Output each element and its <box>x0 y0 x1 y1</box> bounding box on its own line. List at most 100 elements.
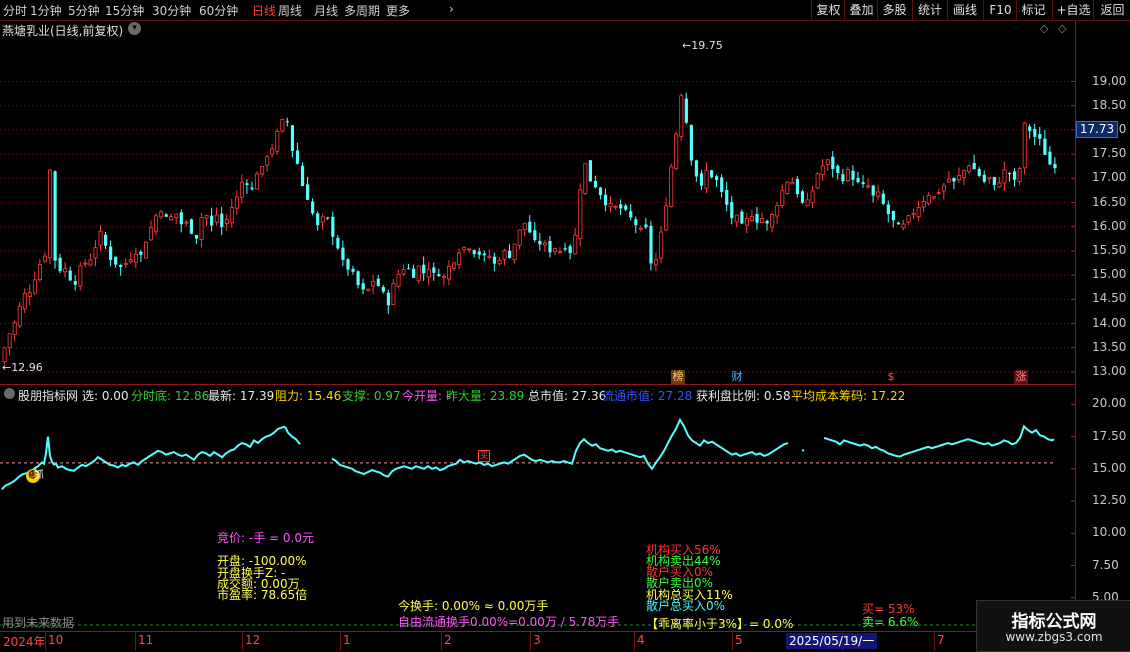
candle-body <box>629 211 633 218</box>
month-tick <box>634 632 635 651</box>
toolbar-button[interactable]: 画线 <box>947 0 982 20</box>
candle-body <box>972 162 976 170</box>
chart-options-icon[interactable]: ▾ <box>128 22 141 35</box>
candle-body <box>497 260 502 265</box>
toolbar-button[interactable]: 标记 <box>1016 0 1050 20</box>
period-tab[interactable]: 60分钟 <box>199 2 238 19</box>
candle-body <box>891 210 895 221</box>
candle-body <box>517 229 522 246</box>
candle-body <box>331 216 335 237</box>
candle-body <box>598 187 603 196</box>
candle-body <box>53 171 57 261</box>
candle-body <box>336 237 340 249</box>
candle-body <box>765 220 769 224</box>
period-tab[interactable]: 更多 <box>386 2 410 19</box>
indicator-field: 流通市值: 27.28 <box>602 389 693 403</box>
candle-body <box>669 166 674 207</box>
diamond-icon[interactable]: ◇ <box>1040 22 1048 35</box>
candle-body <box>376 278 380 286</box>
annotation-cai[interactable]: 财 <box>730 370 744 384</box>
toolbar-button[interactable]: 多股 <box>877 0 911 20</box>
candle-body <box>73 281 77 285</box>
candle-body <box>512 243 517 261</box>
main-chart-panel[interactable] <box>0 21 1076 385</box>
annotation-dollar[interactable]: $ <box>884 370 898 384</box>
candle-body <box>7 333 12 349</box>
candle-body <box>720 177 724 192</box>
indicator-tick-label: 7.50 <box>1092 557 1119 572</box>
candle-body <box>987 177 992 180</box>
candle-body <box>931 196 936 199</box>
indicator-field: 支撑: 0.97 <box>342 389 401 403</box>
annotation-bang[interactable]: 榜 <box>671 370 685 384</box>
candlestick-chart[interactable] <box>0 21 1075 384</box>
candle-body <box>502 250 507 260</box>
indicator-select: 选: 0.00 <box>82 389 129 403</box>
indicator-field: 分时底: 12.86 <box>131 389 210 403</box>
toolbar-button[interactable]: F10 <box>983 0 1017 20</box>
annotation-zhang[interactable]: 涨 <box>1014 370 1028 384</box>
period-tab[interactable]: 月线 <box>314 2 338 19</box>
toolbar-button[interactable]: 返回 <box>1093 0 1130 20</box>
candle-body <box>553 248 558 252</box>
year-label: 2024年 <box>3 635 46 649</box>
candle-body <box>911 213 916 216</box>
candle-body <box>755 213 759 223</box>
month-tick <box>340 632 341 651</box>
toolbar-button[interactable]: 复权 <box>811 0 845 20</box>
candle-body <box>426 268 431 278</box>
candle-body <box>957 175 962 181</box>
indicator-field: 平均成本筹码: 17.22 <box>791 389 906 403</box>
toolbar-button[interactable]: 统计 <box>912 0 947 20</box>
period-tab[interactable]: 5分钟 <box>68 2 100 19</box>
period-tab[interactable]: 分时 <box>3 2 27 19</box>
candle-body <box>326 217 330 219</box>
candle-body <box>694 160 699 177</box>
candle-body <box>548 240 552 253</box>
period-tab[interactable]: 30分钟 <box>152 2 191 19</box>
candle-body <box>422 264 426 274</box>
candle-body <box>432 267 436 273</box>
indicator-chart[interactable] <box>0 385 1075 630</box>
month-label: 4 <box>637 633 645 647</box>
candle-body <box>441 275 446 278</box>
indicator-panel[interactable] <box>0 385 1076 630</box>
candle-body <box>578 189 583 239</box>
candle-body <box>88 259 93 266</box>
candle-body <box>740 211 744 224</box>
high-price-label: 19.75 <box>691 39 723 52</box>
candle-body <box>871 185 875 196</box>
more-chevron-icon[interactable]: › <box>449 2 454 16</box>
candle-body <box>744 218 749 226</box>
candle-body <box>790 181 795 185</box>
candle-body <box>341 247 345 260</box>
candle-body <box>159 211 164 218</box>
period-tab[interactable]: 日线 <box>252 2 276 19</box>
candle-body <box>128 259 133 262</box>
price-tick-label: 13.50 <box>1092 339 1127 354</box>
candle-body <box>214 214 219 223</box>
candle-body <box>280 119 285 132</box>
candle-body <box>104 234 108 246</box>
candle-body <box>1017 168 1022 183</box>
candle-body <box>659 231 664 259</box>
period-tab[interactable]: 15分钟 <box>105 2 144 19</box>
indicator-name[interactable]: 股朋指标网 <box>18 387 78 404</box>
candle-body <box>906 215 911 223</box>
candle-body <box>366 288 371 291</box>
period-tab[interactable]: 1分钟 <box>30 2 62 19</box>
indicator-options-icon[interactable] <box>4 388 15 399</box>
period-tab[interactable]: 周线 <box>278 2 302 19</box>
candle-body <box>638 227 643 230</box>
period-tab[interactable]: 多周期 <box>344 2 380 19</box>
candle-body <box>224 219 229 224</box>
toolbar-button[interactable]: +自选 <box>1052 0 1094 20</box>
buy-box-marker: 买 <box>478 450 490 462</box>
collapse-icon[interactable]: ◇ <box>1058 22 1066 35</box>
candle-body <box>734 214 739 223</box>
buy-marker-label: 抓 <box>34 470 44 481</box>
candle-body <box>391 283 396 305</box>
candle-body <box>154 215 159 232</box>
candle-body <box>123 263 128 265</box>
toolbar-button[interactable]: 叠加 <box>844 0 878 20</box>
